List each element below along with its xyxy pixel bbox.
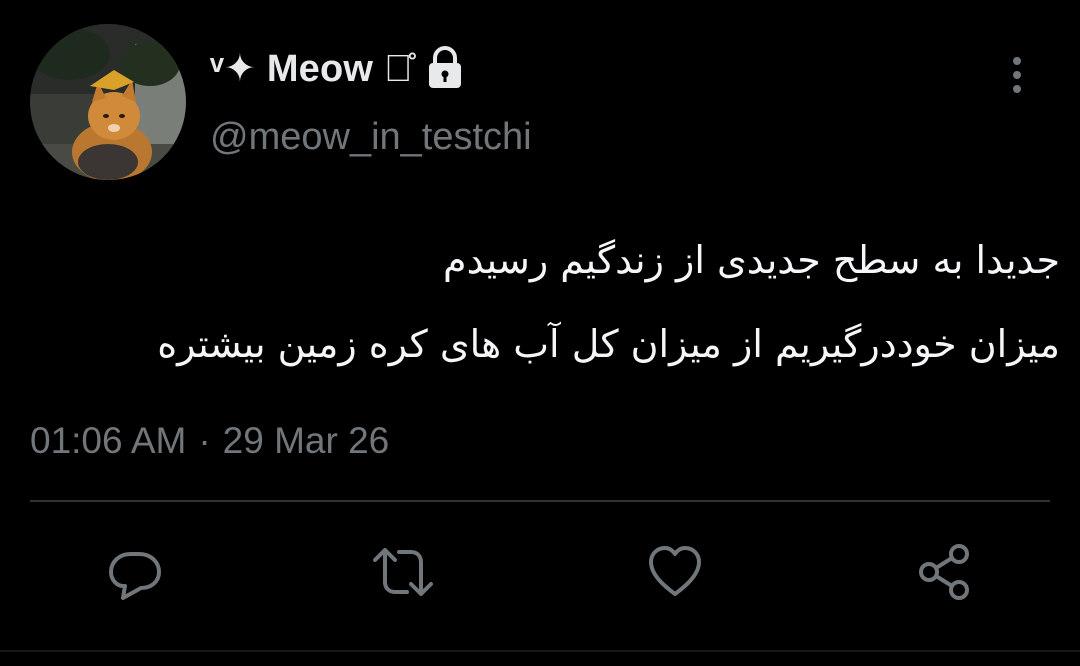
heart-icon	[649, 546, 701, 596]
author-handle[interactable]: @meow_in_testchi	[210, 116, 532, 159]
retweet-icon	[373, 548, 433, 596]
divider	[30, 500, 1050, 502]
tweet-text-line: جدیدا به سطح جدیدی از زندگیم رسیدم	[443, 238, 1060, 282]
share-icon	[919, 544, 969, 600]
reply-button[interactable]	[103, 540, 167, 604]
meta-separator: ·	[198, 420, 211, 461]
tweet-text-line: میزان خوددرگیریم از میزان کل آب های کره …	[157, 322, 1060, 366]
reply-icon	[109, 552, 161, 600]
tweet-time: 01:06 AM	[30, 420, 187, 461]
tweet-timestamp[interactable]: 01:06 AM · 29 Mar 26	[30, 420, 389, 462]
share-button[interactable]	[913, 540, 977, 604]
like-button[interactable]	[643, 540, 707, 604]
lock-icon	[425, 46, 465, 90]
tweet-date: 29 Mar 26	[222, 420, 390, 461]
author-name-row: ᵛ✦ Meow ฉ̊	[210, 42, 465, 94]
tweet-text: جدیدا به سطح جدیدی از زندگیم رسیدم میزان…	[30, 218, 1060, 386]
avatar[interactable]	[30, 24, 186, 180]
retweet-button[interactable]	[371, 540, 435, 604]
bottom-divider	[0, 650, 1080, 652]
more-vertical-icon[interactable]	[1000, 52, 1034, 98]
tweet-detail: ᵛ✦ Meow ฉ̊ @meow_in_testchi جدیدا به سطح…	[0, 0, 1080, 666]
author-display-name[interactable]: ᵛ✦ Meow ฉ̊	[210, 46, 413, 91]
